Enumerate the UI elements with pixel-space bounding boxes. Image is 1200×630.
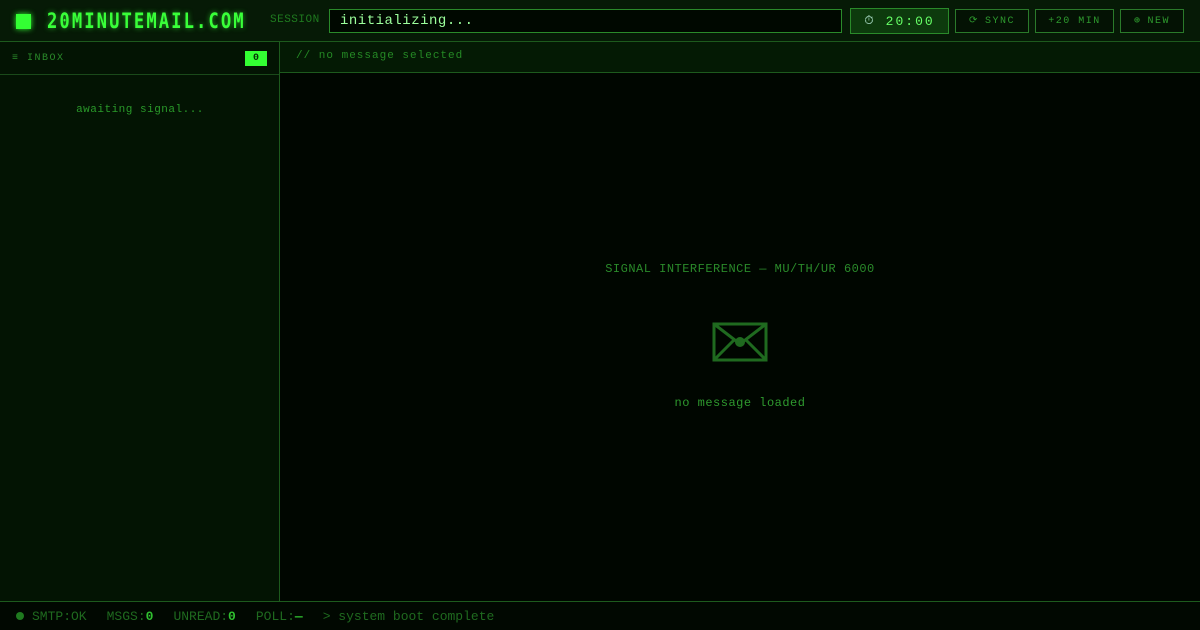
sync-button[interactable]: ⟳ SYNC	[955, 9, 1029, 33]
poll-label: POLL:	[255, 608, 295, 624]
msgs-label: MSGS:	[106, 608, 146, 624]
brand[interactable]: 20MINUTEMAIL.COM	[16, 9, 289, 33]
inbox-count-badge: 0	[245, 51, 267, 66]
inbox-empty-text: awaiting signal...	[76, 104, 204, 116]
refresh-icon: ⟳	[969, 16, 979, 27]
extend-time-label: +20 MIN	[1048, 15, 1101, 27]
inbox-title: ≡ INBOX	[12, 53, 65, 64]
session-address-field[interactable]	[329, 9, 842, 33]
envelope-icon	[712, 322, 768, 367]
interference-text: SIGNAL INTERFERENCE — MU/TH/UR 6000	[605, 262, 875, 276]
inbox-sidebar: ≡ INBOX 0 awaiting signal...	[0, 42, 280, 601]
stopwatch-icon: ⏱	[864, 14, 876, 28]
countdown-timer: ⏱ 20:00	[850, 8, 949, 34]
poll-value: —	[294, 608, 303, 624]
menu-icon: ≡	[12, 53, 20, 64]
unread-label: UNREAD:	[173, 608, 229, 624]
timer-value: 20:00	[885, 13, 935, 29]
message-viewer: // no message selected SIGNAL INTERFEREN…	[280, 42, 1200, 601]
logo-square-icon	[16, 13, 31, 29]
brand-title: 20MINUTEMAIL.COM	[47, 9, 246, 33]
status-bar: SMTP:OK MSGS:0 UNREAD:0 POLL:— > system …	[0, 601, 1200, 630]
msgs-value: 0	[145, 608, 154, 624]
new-button-label: NEW	[1147, 15, 1171, 27]
sync-button-label: SYNC	[984, 15, 1015, 27]
app-window: 20MINUTEMAIL.COM SESSION ⏱ 20:00 ⟳ SYNC …	[0, 0, 1200, 630]
system-message: > system boot complete	[322, 608, 495, 624]
header-bar: 20MINUTEMAIL.COM SESSION ⏱ 20:00 ⟳ SYNC …	[0, 0, 1200, 42]
session-label: SESSION	[270, 14, 320, 26]
message-count: MSGS:0	[107, 609, 154, 624]
plus-circle-icon: ⊕	[1133, 16, 1142, 27]
unread-count: UNREAD:0	[173, 609, 235, 624]
status-dot-icon	[16, 612, 24, 620]
new-address-button[interactable]: ⊕ NEW	[1120, 9, 1184, 33]
viewer-header: // no message selected	[280, 42, 1200, 73]
inbox-label: INBOX	[27, 53, 65, 64]
viewer-empty-text: no message loaded	[674, 396, 806, 410]
inbox-header: ≡ INBOX 0	[0, 42, 279, 75]
viewer-header-text: // no message selected	[296, 50, 464, 62]
extend-time-button[interactable]: +20 MIN	[1035, 9, 1114, 33]
poll-status: POLL:—	[256, 609, 303, 624]
unread-value: 0	[228, 608, 236, 624]
smtp-status: SMTP:OK	[32, 608, 87, 624]
